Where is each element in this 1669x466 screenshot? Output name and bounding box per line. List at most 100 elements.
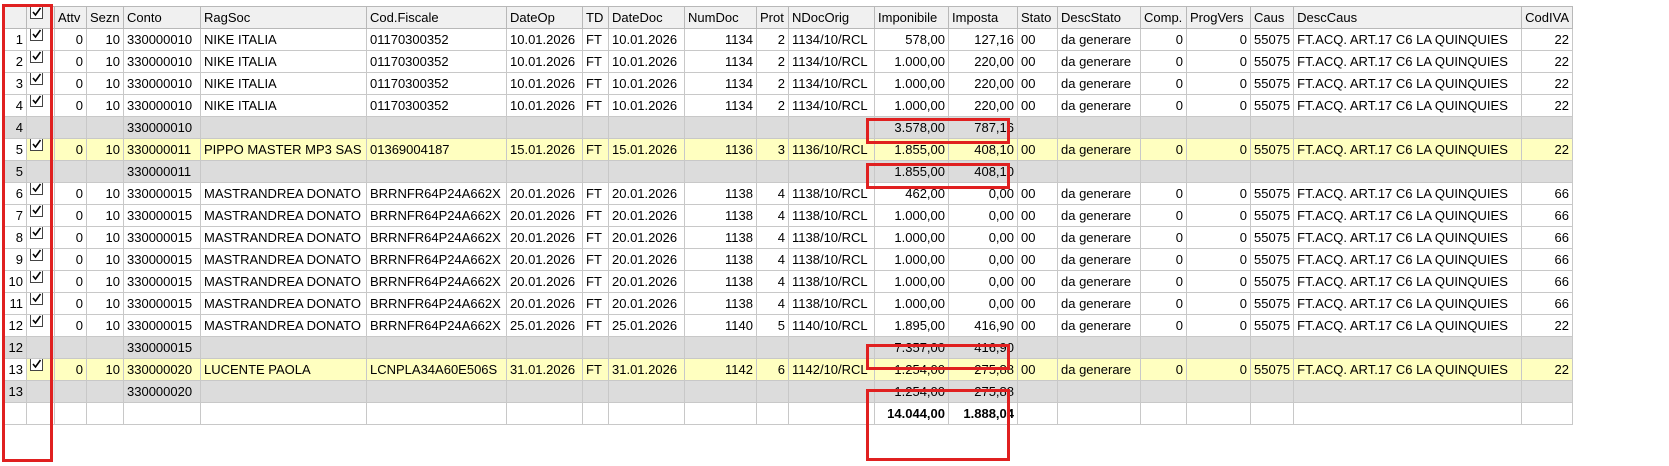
cell-progvers[interactable]: [1186, 160, 1251, 183]
cell-desccaus[interactable]: [1293, 402, 1523, 425]
cell-stato[interactable]: [1017, 116, 1058, 139]
row-checkbox[interactable]: [30, 293, 43, 305]
cell-imposta[interactable]: 275,88: [948, 380, 1018, 403]
cell-sezn[interactable]: [86, 336, 124, 359]
column-header-attv[interactable]: Attv: [54, 6, 87, 29]
cell-attv[interactable]: 0: [54, 72, 87, 95]
cell-stato[interactable]: 00: [1017, 270, 1058, 293]
column-header-numdoc[interactable]: NumDoc: [684, 6, 757, 29]
table-row[interactable]: 7 0 10 330000015 MASTRANDREA DONATO BRRNFR64P…: [2, 204, 1573, 227]
cell-descstato[interactable]: [1057, 380, 1141, 403]
cell-cod-fiscale[interactable]: [366, 380, 507, 403]
column-header-imposta[interactable]: Imposta: [948, 6, 1018, 29]
row-select-cell[interactable]: [26, 138, 55, 161]
cell-caus[interactable]: 55075: [1249, 270, 1295, 293]
cell-descstato[interactable]: [1057, 116, 1141, 139]
cell-comp[interactable]: [1140, 380, 1187, 403]
cell-codiva[interactable]: [1521, 160, 1573, 183]
cell-attv[interactable]: 0: [54, 50, 87, 73]
column-header-progvers[interactable]: ProgVers: [1186, 6, 1251, 29]
cell-desccaus[interactable]: [1293, 116, 1523, 139]
cell-stato[interactable]: 00: [1017, 50, 1058, 73]
cell-ragsoc[interactable]: [200, 336, 367, 359]
grand-total-row[interactable]: 14.044,00 1.888,04: [2, 402, 1573, 425]
cell-stato[interactable]: 00: [1017, 72, 1058, 95]
cell-sezn[interactable]: 10: [86, 94, 124, 117]
cell-stato[interactable]: [1017, 402, 1058, 425]
cell-prot[interactable]: 4: [756, 270, 789, 293]
cell-ndocorig[interactable]: 1138/10/RCL: [788, 226, 875, 249]
cell-imposta[interactable]: 127,16: [948, 28, 1018, 51]
cell-codiva[interactable]: 66: [1521, 204, 1573, 227]
cell-cod-fiscale[interactable]: BRRNFR64P24A662X: [366, 204, 507, 227]
table-row[interactable]: 12 0 10 330000015 MASTRANDREA DONATO BRRNFR64…: [2, 314, 1573, 337]
cell-comp[interactable]: 0: [1140, 94, 1187, 117]
column-header-cod-fiscale[interactable]: Cod.Fiscale: [366, 6, 507, 29]
cell-caus[interactable]: [1249, 116, 1295, 139]
cell-stato[interactable]: [1017, 160, 1058, 183]
cell-caus[interactable]: [1249, 336, 1295, 359]
row-select-cell[interactable]: [26, 50, 55, 73]
row-select-cell[interactable]: [26, 204, 55, 227]
cell-ndocorig[interactable]: 1138/10/RCL: [788, 182, 875, 205]
cell-imponibile[interactable]: 1.000,00: [874, 226, 949, 249]
cell-comp[interactable]: [1140, 160, 1187, 183]
cell-codiva[interactable]: 66: [1521, 182, 1573, 205]
cell-desccaus[interactable]: FT.ACQ. ART.17 C6 LA QUINQUIES: [1293, 138, 1523, 161]
cell-comp[interactable]: [1140, 336, 1187, 359]
cell-sezn[interactable]: 10: [86, 270, 124, 293]
cell-conto[interactable]: 330000015: [123, 292, 201, 315]
row-checkbox[interactable]: [30, 249, 43, 261]
cell-progvers[interactable]: 0: [1186, 292, 1251, 315]
cell-imposta[interactable]: 220,00: [948, 94, 1018, 117]
cell-td[interactable]: FT: [582, 72, 609, 95]
cell-imponibile[interactable]: 1.855,00: [874, 160, 949, 183]
cell-cod-fiscale[interactable]: [366, 336, 507, 359]
cell-numdoc[interactable]: 1134: [684, 72, 757, 95]
cell-cod-fiscale[interactable]: BRRNFR64P24A662X: [366, 292, 507, 315]
cell-caus[interactable]: 55075: [1249, 204, 1295, 227]
cell-stato[interactable]: 00: [1017, 204, 1058, 227]
cell-dateop[interactable]: 25.01.2026: [506, 314, 583, 337]
cell-numdoc[interactable]: 1134: [684, 50, 757, 73]
column-header-comp[interactable]: Comp.: [1140, 6, 1187, 29]
cell-comp[interactable]: 0: [1140, 314, 1187, 337]
cell-ndocorig[interactable]: 1138/10/RCL: [788, 292, 875, 315]
cell-desccaus[interactable]: [1293, 336, 1523, 359]
cell-datedoc[interactable]: 10.01.2026: [608, 94, 685, 117]
subtotal-row[interactable]: 5 330000011 1.855,00 408,10: [2, 160, 1573, 183]
cell-progvers[interactable]: 0: [1186, 358, 1251, 381]
cell-td[interactable]: [582, 402, 609, 425]
cell-conto[interactable]: 330000020: [123, 358, 201, 381]
cell-datedoc[interactable]: [608, 336, 685, 359]
cell-comp[interactable]: 0: [1140, 358, 1187, 381]
cell-attv[interactable]: [54, 160, 87, 183]
cell-ndocorig[interactable]: 1142/10/RCL: [788, 358, 875, 381]
cell-cod-fiscale[interactable]: BRRNFR64P24A662X: [366, 226, 507, 249]
cell-ragsoc[interactable]: PIPPO MASTER MP3 SAS: [200, 138, 367, 161]
cell-progvers[interactable]: 0: [1186, 314, 1251, 337]
row-checkbox[interactable]: [30, 183, 43, 195]
cell-progvers[interactable]: 0: [1186, 182, 1251, 205]
cell-ragsoc[interactable]: MASTRANDREA DONATO: [200, 248, 367, 271]
cell-ndocorig[interactable]: 1138/10/RCL: [788, 248, 875, 271]
cell-comp[interactable]: [1140, 116, 1187, 139]
column-header-ragsoc[interactable]: RagSoc: [200, 6, 367, 29]
cell-stato[interactable]: 00: [1017, 28, 1058, 51]
cell-td[interactable]: FT: [582, 50, 609, 73]
column-header-dateop[interactable]: DateOp: [506, 6, 583, 29]
cell-datedoc[interactable]: 10.01.2026: [608, 28, 685, 51]
cell-cod-fiscale[interactable]: BRRNFR64P24A662X: [366, 270, 507, 293]
cell-attv[interactable]: 0: [54, 248, 87, 271]
column-header-ndocorig[interactable]: NDocOrig: [788, 6, 875, 29]
row-checkbox[interactable]: [30, 95, 43, 107]
cell-descstato[interactable]: [1057, 402, 1141, 425]
cell-comp[interactable]: 0: [1140, 50, 1187, 73]
cell-descstato[interactable]: da generare: [1057, 28, 1141, 51]
cell-numdoc[interactable]: 1138: [684, 182, 757, 205]
cell-dateop[interactable]: 20.01.2026: [506, 292, 583, 315]
cell-sezn[interactable]: 10: [86, 138, 124, 161]
cell-desccaus[interactable]: FT.ACQ. ART.17 C6 LA QUINQUIES: [1293, 358, 1523, 381]
cell-caus[interactable]: 55075: [1249, 94, 1295, 117]
cell-progvers[interactable]: 0: [1186, 248, 1251, 271]
